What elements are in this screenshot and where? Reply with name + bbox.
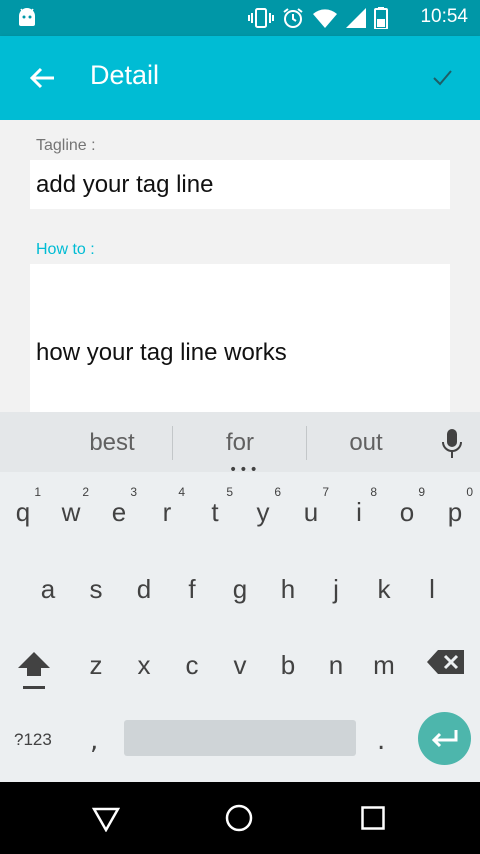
key-j[interactable]: j	[314, 560, 358, 620]
key-label: d	[136, 574, 152, 604]
comma-key[interactable]: ,	[90, 726, 98, 756]
key-label: g	[232, 574, 248, 604]
suggestion-for[interactable]: for	[180, 429, 300, 457]
suggestion-divider	[172, 426, 173, 460]
space-key[interactable]	[124, 720, 356, 756]
key-k[interactable]: k	[362, 560, 406, 620]
key-label: b	[280, 650, 296, 680]
key-l[interactable]: l	[410, 560, 454, 620]
nav-back-icon[interactable]	[92, 806, 120, 832]
key-w[interactable]: 2w	[49, 485, 93, 545]
key-label: o	[399, 497, 415, 527]
key-label: j	[333, 574, 339, 604]
key-z[interactable]: z	[74, 636, 118, 696]
nav-home-icon[interactable]	[225, 804, 253, 832]
check-icon[interactable]	[430, 66, 454, 90]
key-p[interactable]: 0p	[433, 485, 477, 545]
key-e[interactable]: 3e	[97, 485, 141, 545]
page-title: Detail	[90, 60, 160, 90]
key-label: i	[356, 497, 362, 527]
tagline-label: Tagline :	[36, 137, 96, 154]
mic-icon[interactable]	[440, 428, 464, 460]
key-label: l	[429, 574, 435, 604]
key-label: z	[89, 650, 103, 680]
key-label: w	[61, 497, 81, 527]
key-h[interactable]: h	[266, 560, 310, 620]
back-arrow-icon[interactable]	[26, 62, 58, 94]
key-label: y	[256, 497, 270, 527]
key-o[interactable]: 9o	[385, 485, 429, 545]
suggestion-out[interactable]: out	[306, 429, 426, 457]
more-suggestions-icon[interactable]: •••	[229, 463, 260, 477]
shift-icon[interactable]	[15, 648, 53, 692]
vibrate-icon	[248, 8, 274, 28]
key-label: c	[185, 650, 199, 680]
key-label: s	[89, 574, 103, 604]
key-r[interactable]: 4r	[145, 485, 189, 545]
howto-label: How to :	[36, 241, 95, 258]
key-q[interactable]: 1q	[1, 485, 45, 545]
key-d[interactable]: d	[122, 560, 166, 620]
enter-key[interactable]	[418, 712, 471, 765]
signal-icon	[346, 8, 366, 28]
key-n[interactable]: n	[314, 636, 358, 696]
android-icon	[19, 8, 35, 26]
key-m[interactable]: m	[362, 636, 406, 696]
key-s[interactable]: s	[74, 560, 118, 620]
enter-icon	[431, 730, 458, 748]
key-u[interactable]: 7u	[289, 485, 333, 545]
suggestion-strip: best for ••• out	[0, 412, 480, 477]
tagline-field[interactable]: add your tag line	[30, 160, 450, 209]
howto-value: how your tag line works	[36, 339, 287, 366]
key-y[interactable]: 6y	[241, 485, 285, 545]
delete-icon[interactable]	[426, 648, 466, 676]
detail-form: Tagline : add your tag line How to : how…	[0, 120, 480, 412]
key-label: m	[373, 650, 395, 680]
suggestion-best[interactable]: best	[52, 429, 172, 457]
key-v[interactable]: v	[218, 636, 262, 696]
key-label: e	[111, 497, 127, 527]
key-i[interactable]: 8i	[337, 485, 381, 545]
key-label: u	[303, 497, 319, 527]
symbols-key[interactable]: ?123	[14, 730, 52, 750]
key-label: q	[15, 497, 31, 527]
key-g[interactable]: g	[218, 560, 262, 620]
key-label: n	[328, 650, 344, 680]
key-b[interactable]: b	[266, 636, 310, 696]
key-x[interactable]: x	[122, 636, 166, 696]
status-bar: 10:54	[0, 0, 480, 36]
key-label: h	[280, 574, 296, 604]
key-a[interactable]: a	[26, 560, 70, 620]
app-bar: Detail	[0, 36, 480, 120]
key-label: k	[377, 574, 391, 604]
key-label: t	[211, 497, 219, 527]
howto-field[interactable]: how your tag line works	[30, 264, 450, 412]
key-label: p	[447, 497, 463, 527]
status-time: 10:54	[420, 6, 468, 27]
period-key[interactable]: .	[377, 726, 385, 756]
key-t[interactable]: 5t	[193, 485, 237, 545]
battery-icon	[374, 7, 388, 29]
alarm-icon	[283, 8, 303, 28]
key-label: f	[188, 574, 196, 604]
key-label: r	[162, 497, 172, 527]
key-c[interactable]: c	[170, 636, 214, 696]
key-label: x	[137, 650, 151, 680]
wifi-icon	[313, 9, 337, 28]
key-label: a	[40, 574, 56, 604]
tagline-value: add your tag line	[36, 171, 214, 198]
navigation-bar	[0, 782, 480, 854]
nav-recents-icon[interactable]	[361, 806, 385, 830]
key-label: v	[233, 650, 247, 680]
key-f[interactable]: f	[170, 560, 214, 620]
